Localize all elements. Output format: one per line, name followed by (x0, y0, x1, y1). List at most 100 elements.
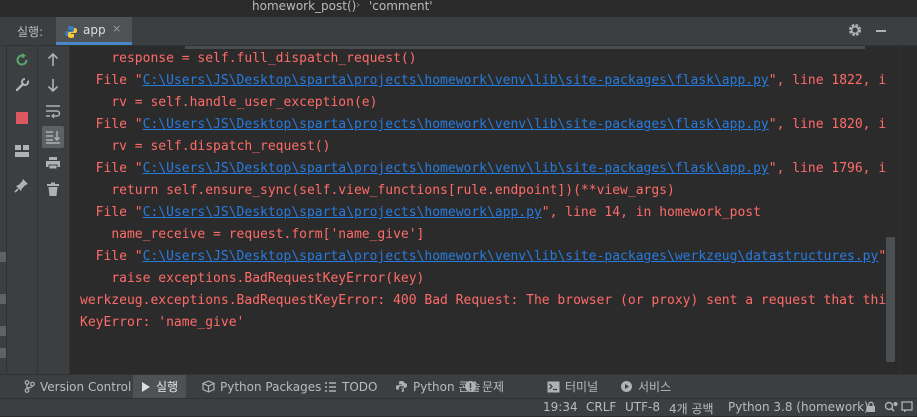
gear-icon[interactable] (846, 21, 864, 43)
tool-window-tabs: Version Control 실행 Python Packages TODO … (0, 374, 917, 398)
terminal-icon (547, 381, 560, 393)
inspector-icon[interactable] (884, 401, 898, 416)
file-path-link[interactable]: C:\Users\JS\Desktop\sparta\projects\home… (143, 205, 542, 220)
run-panel-header: 실행: app × (0, 17, 917, 46)
traceback-prefix: File " (80, 205, 143, 220)
traceback-suffix: ", line 377, in __getitem__ (878, 249, 886, 264)
scrollbar-thumb[interactable] (886, 237, 895, 362)
branch-icon (24, 380, 35, 393)
tab-label: 서비스 (638, 380, 672, 394)
traceback-file-line: File "C:\Users\JS\Desktop\sparta\project… (80, 160, 886, 178)
strip-marker[interactable] (0, 252, 6, 262)
breadcrumb-key[interactable]: 'comment' (369, 0, 433, 13)
packages-icon (202, 380, 215, 393)
run-toolbar-primary (7, 46, 38, 374)
traceback-suffix: ", line 1820, in full_dispatch_request (768, 117, 886, 132)
traceback-prefix: File " (80, 249, 143, 264)
traceback-code-line: rv = self.handle_user_exception(e) (80, 94, 377, 112)
todo-icon (324, 381, 337, 393)
tab-terminal[interactable]: 터미널 (541, 375, 604, 398)
file-path-link[interactable]: C:\Users\JS\Desktop\sparta\projects\home… (143, 249, 879, 264)
traceback-code-line: response = self.full_dispatch_request() (80, 50, 417, 68)
traceback-file-line: File "C:\Users\JS\Desktop\sparta\project… (80, 248, 886, 266)
line-text: KeyError: 'name_give' (80, 315, 245, 330)
run-tab-app[interactable]: app × (56, 17, 132, 45)
tab-label: TODO (342, 379, 378, 394)
breadcrumb: homework_post() › 'comment' (0, 0, 917, 16)
services-icon (620, 380, 633, 393)
traceback-code-line: return self.ensure_sync(self.view_functi… (80, 182, 675, 200)
tool-window-strip-right (900, 46, 917, 374)
run-toolbar-secondary (38, 46, 70, 374)
file-path-link[interactable]: C:\Users\JS\Desktop\sparta\projects\home… (143, 161, 769, 176)
traceback-prefix: File " (80, 73, 143, 88)
python-icon (64, 24, 78, 43)
file-path-link[interactable]: C:\Users\JS\Desktop\sparta\projects\home… (143, 73, 769, 88)
traceback-file-line: File "C:\Users\JS\Desktop\sparta\project… (80, 204, 761, 222)
tab-todo[interactable]: TODO (318, 375, 383, 398)
status-bar: 19:34 CRLF UTF-8 4개 공백 Python 3.8 (homew… (0, 398, 917, 416)
horizontal-scrollbar[interactable] (185, 46, 865, 49)
indent-setting[interactable]: 4개 공백 (669, 400, 714, 417)
problems-icon (464, 380, 477, 393)
tab-services[interactable]: 서비스 (614, 375, 677, 398)
line-text: name_receive = request.form['name_give'] (111, 227, 425, 242)
soft-wrap-icon[interactable] (42, 100, 64, 122)
strip-marker[interactable] (0, 326, 6, 336)
strip-marker[interactable] (0, 294, 6, 304)
tab-python-packages[interactable]: Python Packages (196, 375, 327, 398)
stop-icon[interactable] (11, 107, 33, 129)
traceback-suffix: ", line 14, in homework_post (541, 205, 761, 220)
pin-icon[interactable] (11, 174, 33, 196)
line-text: werkzeug.exceptions.BadRequestKeyError: … (80, 293, 886, 308)
file-path-link[interactable]: C:\Users\JS\Desktop\sparta\projects\home… (143, 117, 769, 132)
traceback-suffix: ", line 1822, in full_dispatch_request (768, 73, 886, 88)
run-panel-label: 실행: (17, 25, 44, 39)
layout-icon[interactable] (11, 140, 33, 162)
arrow-down-icon[interactable] (42, 74, 64, 96)
console-output[interactable]: response = self.full_dispatch_request() … (70, 46, 886, 374)
wrench-icon[interactable] (11, 74, 33, 96)
line-text: raise exceptions.BadRequestKeyError(key) (111, 271, 425, 286)
file-encoding[interactable]: UTF-8 (625, 400, 660, 414)
trash-icon[interactable] (42, 178, 64, 200)
close-icon[interactable]: × (112, 22, 121, 35)
breadcrumb-function[interactable]: homework_post() (252, 0, 356, 13)
traceback-code-line: rv = self.dispatch_request() (80, 138, 330, 156)
tab-run[interactable]: 실행 (133, 375, 187, 398)
tab-label: Version Control (40, 379, 132, 394)
tab-version-control[interactable]: Version Control (18, 375, 137, 398)
vertical-scrollbar[interactable] (886, 46, 900, 374)
lock-icon[interactable] (866, 401, 876, 416)
print-icon[interactable] (42, 152, 64, 174)
rerun-icon[interactable] (11, 49, 33, 71)
tab-label: 실행 (156, 380, 179, 394)
caret-position[interactable]: 19:34 (543, 400, 578, 414)
arrow-up-icon[interactable] (42, 49, 64, 71)
scroll-to-end-icon[interactable] (42, 126, 64, 148)
python-interpreter[interactable]: Python 3.8 (homework) (728, 400, 869, 414)
traceback-prefix: File " (80, 117, 143, 132)
minimize-icon[interactable] (876, 30, 886, 32)
tool-window-strip-left (0, 46, 7, 374)
line-text: response = self.full_dispatch_request() (111, 51, 417, 66)
notifications-icon[interactable] (901, 401, 913, 416)
line-separator[interactable]: CRLF (586, 400, 616, 414)
run-icon (141, 381, 151, 393)
python-console-icon (395, 380, 408, 393)
traceback-file-line: File "C:\Users\JS\Desktop\sparta\project… (80, 116, 886, 134)
strip-marker[interactable] (0, 348, 6, 358)
line-text: rv = self.dispatch_request() (111, 139, 331, 154)
error-message-line: werkzeug.exceptions.BadRequestKeyError: … (80, 292, 886, 310)
tab-label: 터미널 (565, 380, 599, 394)
error-message-line: KeyError: 'name_give' (80, 314, 244, 332)
run-tab-label: app (83, 23, 106, 37)
traceback-prefix: File " (80, 161, 143, 176)
traceback-code-line: name_receive = request.form['name_give'] (80, 226, 424, 244)
tab-problems[interactable]: 문제 (458, 375, 510, 398)
breadcrumb-separator-icon: › (356, 0, 361, 11)
tab-label: Python Packages (220, 379, 322, 394)
